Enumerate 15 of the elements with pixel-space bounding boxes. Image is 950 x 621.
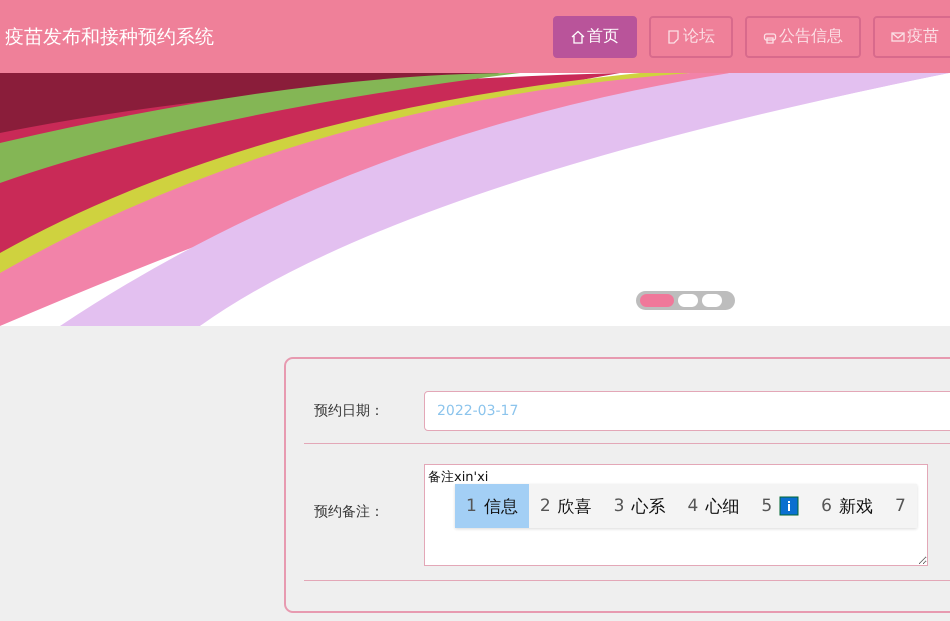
site-title: 疫苗发布和接种预约系统 — [5, 24, 215, 50]
candidate-item[interactable]: 7 — [884, 484, 917, 528]
candidate-item[interactable]: 6 新戏 — [810, 484, 884, 528]
candidate-item[interactable]: 5 — [750, 484, 810, 528]
info-icon — [779, 496, 800, 516]
field-label: 预约日期： — [314, 402, 385, 420]
candidate-item[interactable]: 1 信息 — [455, 484, 529, 528]
note-icon — [667, 30, 681, 44]
candidate-item[interactable]: 2 欣喜 — [528, 484, 603, 528]
field-label: 预约备注： — [314, 503, 385, 521]
home-icon — [571, 30, 585, 44]
candidate-item[interactable]: 3 心系 — [602, 484, 676, 528]
candidate-item[interactable]: 4 心细 — [676, 484, 750, 528]
mail-icon — [891, 30, 905, 44]
nav-button[interactable]: 首页 — [553, 16, 637, 58]
